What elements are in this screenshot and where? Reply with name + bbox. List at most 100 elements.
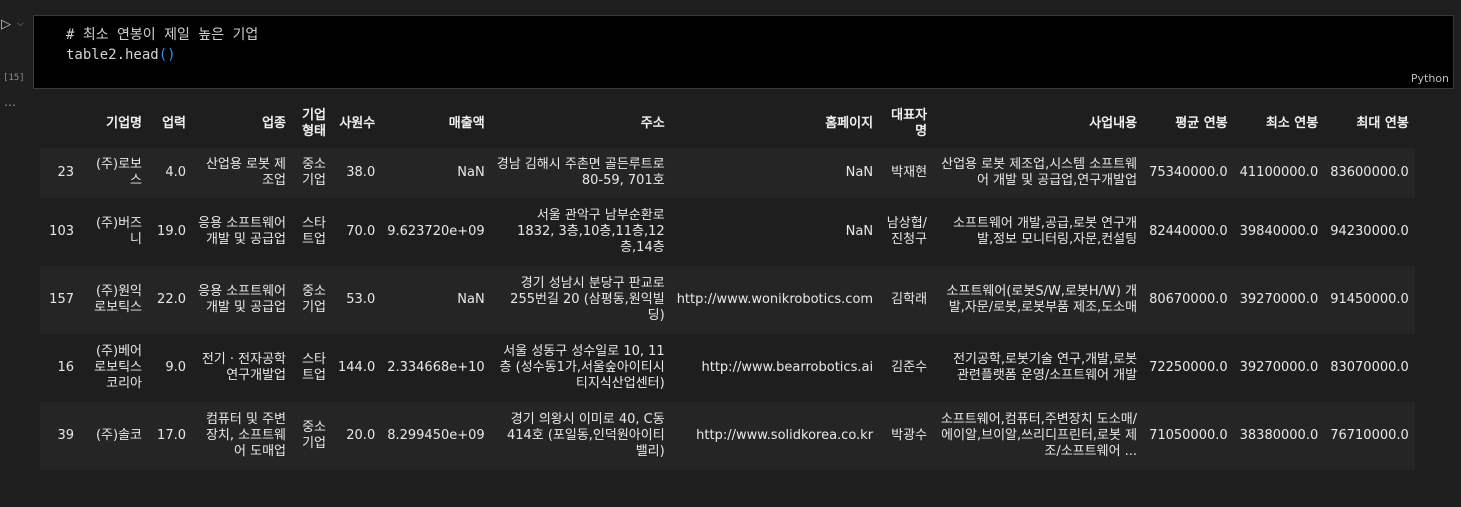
table-cell: 83070000.0 [1330, 360, 1409, 375]
table-cell: 소프트웨어(로봇S/W,로봇H/W) 개발,자문/로봇,로봇부품 제조,도소매 [946, 284, 1138, 315]
code-call: table2.head [66, 47, 159, 63]
table-cell: 박재현 [891, 165, 928, 180]
table-cell: 80670000.0 [1149, 292, 1228, 307]
table-row: 157 (주)원익로보틱스 22.0 응용 소프트웨어 개발 및 공급업 중소기… [40, 266, 1415, 334]
table-cell: 83600000.0 [1330, 165, 1409, 180]
table-cell: 53.0 [346, 292, 376, 307]
row-index: 103 [49, 224, 74, 239]
code-cell-editor[interactable]: # 최소 연봉이 제일 높은 기업 table2.head() Python [33, 15, 1454, 89]
table-cell: 82440000.0 [1149, 224, 1228, 239]
table-cell: 전기 · 전자공학 연구개발업 [201, 352, 286, 383]
row-index: 16 [57, 360, 74, 375]
table-cell: 소프트웨어,컴퓨터,주변장치 도소매/에이알,브이알,쓰리디프린터,로봇 제조/… [940, 412, 1138, 459]
table-cell: 남상협/진청구 [886, 216, 928, 247]
table-cell: 박광수 [891, 428, 928, 443]
table-row: 103 (주)버즈니 19.0 응용 소프트웨어 개발 및 공급업 스타트업 7… [40, 198, 1415, 266]
column-header: 기업명 [106, 116, 142, 131]
table-row: 23 (주)로보스 4.0 산업용 로봇 제조업 중소기업 38.0 NaN 경… [40, 148, 1415, 198]
column-header: 평균 연봉 [1175, 116, 1228, 131]
table-header-row: 기업명 업력 업종 기업형태 사원수 매출액 주소 홈페이지 대표자명 사업내용… [40, 100, 1415, 148]
table-cell: 17.0 [157, 428, 186, 443]
table-cell: 39840000.0 [1239, 224, 1319, 239]
table-cell: http://www.wonikrobotics.com [676, 292, 874, 307]
table-cell: http://www.solidkorea.co.kr [696, 428, 874, 443]
table-cell: 산업용 로봇 제조업 [205, 157, 286, 188]
column-header: 주소 [640, 116, 665, 131]
table-cell: 9.623720e+09 [387, 224, 485, 239]
table-cell: 컴퓨터 및 주변장치, 소프트웨어 도매업 [205, 412, 286, 459]
code-comment: # 최소 연봉이 제일 높은 기업 [66, 27, 259, 43]
table-cell: 중소기업 [302, 420, 326, 451]
code-text[interactable]: # 최소 연봉이 제일 높은 기업 table2.head() [66, 25, 258, 65]
column-header: 매출액 [448, 116, 485, 131]
table-cell: NaN [845, 165, 874, 180]
execution-count: [15] [3, 73, 25, 83]
table-cell: 응용 소프트웨어 개발 및 공급업 [198, 216, 286, 247]
more-actions-icon[interactable]: ⋯ [4, 98, 17, 112]
table-cell: 응용 소프트웨어 개발 및 공급업 [198, 284, 286, 315]
table-cell: NaN [457, 292, 485, 307]
table-cell: (주)원익로보틱스 [94, 284, 142, 315]
table-cell: 22.0 [157, 292, 186, 307]
table-cell: (주)베어로보틱스코리아 [94, 344, 142, 391]
table-cell: 19.0 [157, 224, 186, 239]
table-cell: 중소기업 [302, 284, 326, 315]
table-cell: 94230000.0 [1330, 224, 1409, 239]
table-cell: 38380000.0 [1239, 428, 1319, 443]
table-cell: 2.334668e+10 [387, 360, 485, 375]
table-cell: 8.299450e+09 [387, 428, 485, 443]
table-cell: NaN [845, 224, 874, 239]
column-header: 업력 [162, 116, 186, 131]
table-cell: 4.0 [165, 165, 186, 180]
table-cell: http://www.bearrobotics.ai [701, 360, 874, 375]
table-cell: 스타트업 [302, 216, 326, 247]
cell-output: 기업명 업력 업종 기업형태 사원수 매출액 주소 홈페이지 대표자명 사업내용… [40, 100, 1415, 470]
column-header: 사업내용 [1089, 116, 1138, 131]
table-cell: 70.0 [346, 224, 376, 239]
table-cell: (주)버즈니 [95, 216, 142, 247]
table-cell: 9.0 [165, 360, 186, 375]
dataframe-table: 기업명 업력 업종 기업형태 사원수 매출액 주소 홈페이지 대표자명 사업내용… [40, 100, 1415, 470]
table-cell: 산업용 로봇 제조업,시스템 소프트웨어 개발 및 공급업,연구개발업 [941, 157, 1138, 188]
column-header [40, 100, 80, 148]
table-cell: 서울 성동구 성수일로 10, 11층 (성수동1가,서울숲아이티시티지식산업센… [499, 344, 665, 391]
table-cell: 소프트웨어 개발,공급,로봇 연구개발,정보 모니터링,자문,컨설팅 [953, 216, 1138, 247]
table-row: 39 (주)솔코 17.0 컴퓨터 및 주변장치, 소프트웨어 도매업 중소기업… [40, 402, 1415, 470]
table-cell: 39270000.0 [1239, 360, 1319, 375]
cell-gutter: ▷ ⌵ [15] ⋯ [0, 0, 34, 507]
column-header: 최대 연봉 [1356, 116, 1409, 131]
table-cell: 38.0 [346, 165, 376, 180]
language-label[interactable]: Python [1411, 72, 1449, 85]
table-cell: 71050000.0 [1149, 428, 1228, 443]
table-cell: (주)로보스 [95, 157, 142, 188]
code-paren-close: ) [167, 47, 176, 63]
table-cell: 75340000.0 [1149, 165, 1228, 180]
table-cell: 경기 성남시 분당구 판교로255번길 20 (삼평동,원익빌딩) [510, 276, 665, 323]
table-cell: 김준수 [891, 360, 928, 375]
row-index: 157 [49, 292, 74, 307]
table-cell: 중소기업 [302, 157, 326, 188]
table-cell: 경남 김해시 주촌면 골든루트로 80-59, 701호 [496, 157, 665, 188]
table-cell: 경기 의왕시 이미로 40, C동 414호 (포일동,인덕원아이티밸리) [506, 412, 665, 459]
chevron-down-icon[interactable]: ⌵ [17, 19, 24, 29]
table-cell: (주)솔코 [95, 428, 142, 443]
table-cell: 20.0 [346, 428, 376, 443]
row-index: 23 [57, 165, 74, 180]
table-cell: 39270000.0 [1239, 292, 1319, 307]
table-cell: 41100000.0 [1239, 165, 1319, 180]
row-index: 39 [57, 428, 74, 443]
column-header: 최소 연봉 [1265, 116, 1319, 131]
table-cell: 스타트업 [302, 352, 326, 383]
column-header: 사원수 [339, 116, 376, 131]
column-header: 업종 [262, 116, 286, 131]
table-cell: NaN [457, 165, 485, 180]
column-header: 대표자명 [891, 108, 928, 139]
column-header: 홈페이지 [825, 116, 874, 131]
table-cell: 144.0 [338, 360, 376, 375]
play-icon[interactable]: ▷ [1, 17, 11, 32]
table-cell: 76710000.0 [1330, 428, 1409, 443]
table-cell: 김학래 [891, 292, 928, 307]
table-cell: 전기공학,로봇기술 연구,개발,로봇 관련플랫폼 운영/소프트웨어 개발 [953, 352, 1138, 383]
table-cell: 91450000.0 [1330, 292, 1409, 307]
table-cell: 서울 관악구 남부순환로 1832, 3층,10층,11층,12층,14층 [517, 208, 665, 255]
